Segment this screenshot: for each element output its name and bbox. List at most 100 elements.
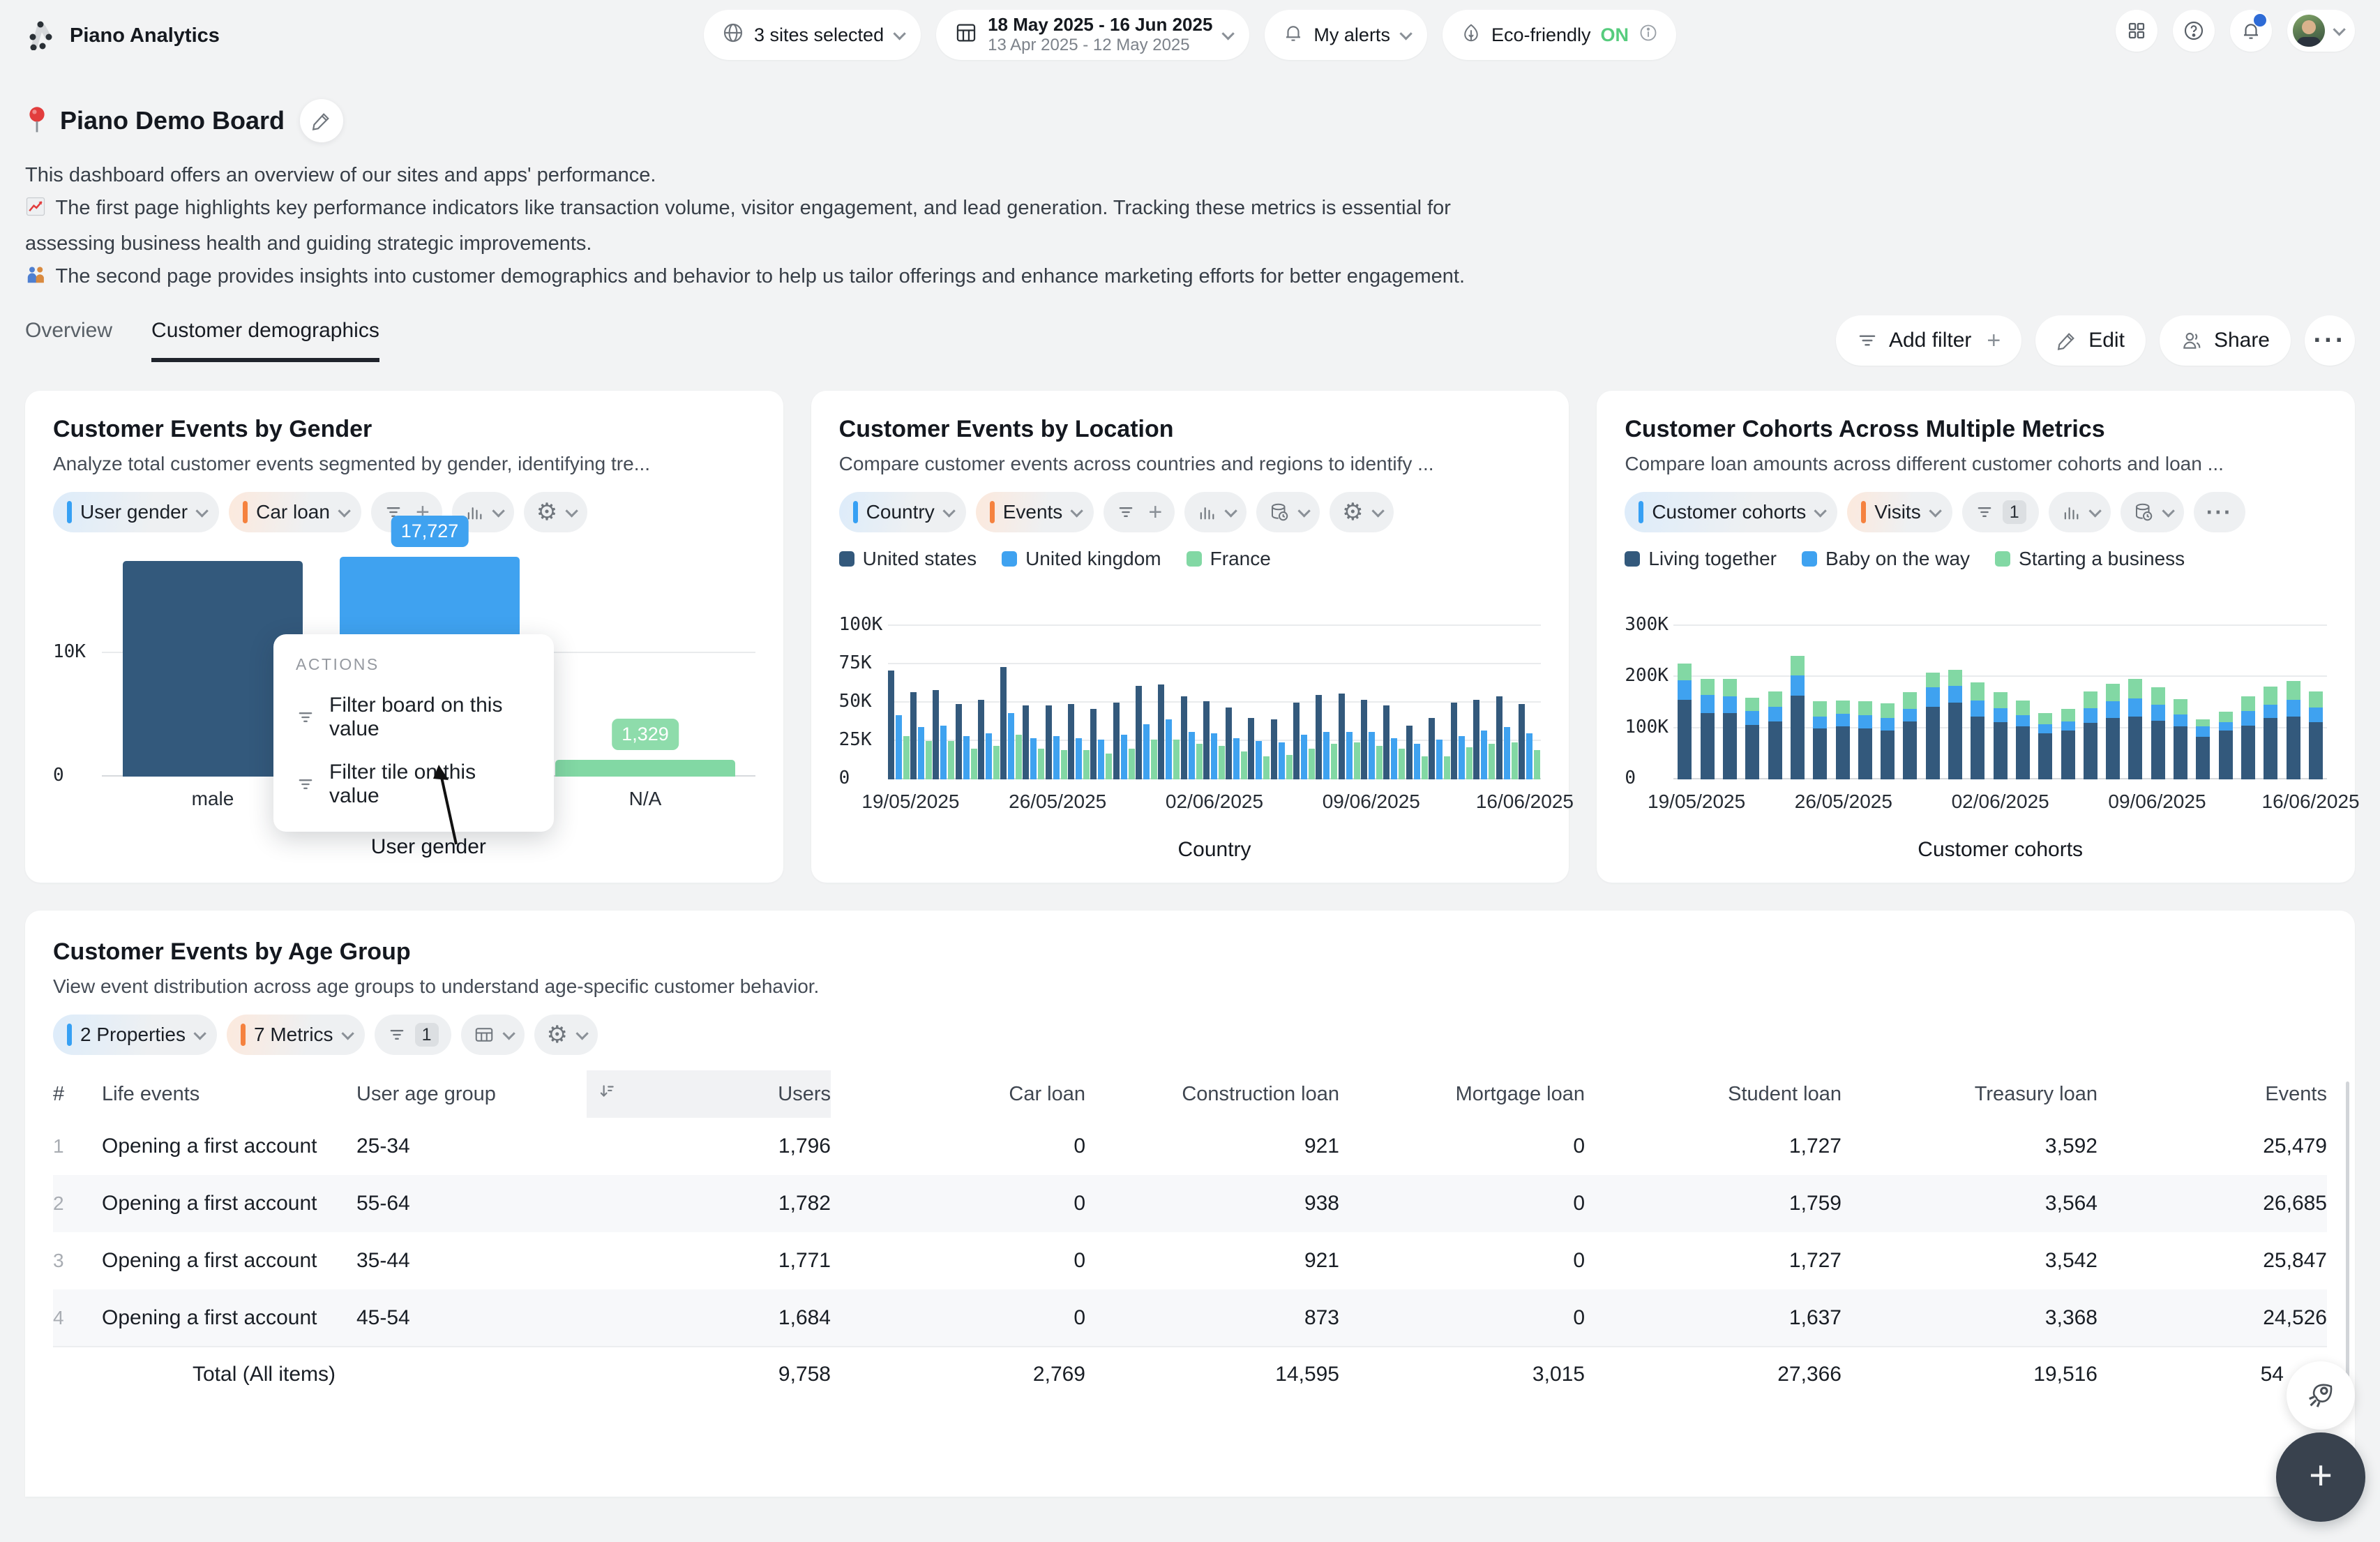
filter-board-menu-item[interactable]: Filter board on this value bbox=[296, 694, 532, 741]
bar-group[interactable] bbox=[1473, 700, 1496, 779]
tab-overview[interactable]: Overview bbox=[25, 319, 112, 362]
location-plot[interactable]: 025K50K75K100K bbox=[888, 584, 1542, 779]
share-button[interactable]: Share bbox=[2160, 315, 2291, 366]
stacked-bar[interactable] bbox=[1858, 701, 1872, 779]
bar-group[interactable] bbox=[1406, 726, 1429, 779]
stacked-bar[interactable] bbox=[1881, 703, 1895, 779]
stacked-bar[interactable] bbox=[1926, 673, 1940, 779]
filter-button[interactable]: 1 bbox=[1962, 492, 2039, 532]
add-tile-button[interactable]: + bbox=[2276, 1432, 2365, 1522]
stacked-bar[interactable] bbox=[1768, 691, 1782, 779]
bar-group[interactable] bbox=[1181, 696, 1203, 779]
info-icon[interactable] bbox=[1639, 23, 1658, 47]
add-filter-button[interactable]: Add filter + bbox=[1836, 315, 2021, 366]
stacked-bar[interactable] bbox=[2151, 687, 2165, 779]
my-alerts-button[interactable]: My alerts bbox=[1265, 10, 1427, 60]
col-life-events[interactable]: Life events bbox=[102, 1070, 356, 1118]
bar-group[interactable] bbox=[1451, 703, 1473, 779]
bar-group[interactable] bbox=[1293, 703, 1316, 779]
stacked-bar[interactable] bbox=[1745, 698, 1759, 779]
stacked-bar[interactable] bbox=[2016, 701, 2030, 779]
metric-pill[interactable]: Events bbox=[976, 492, 1094, 532]
col-construction-loan[interactable]: Construction loan bbox=[1085, 1070, 1339, 1118]
bar-group[interactable] bbox=[1383, 705, 1406, 779]
edit-button[interactable]: Edit bbox=[2035, 315, 2146, 366]
bar-group[interactable] bbox=[910, 692, 933, 779]
property-pill[interactable]: User gender bbox=[53, 492, 219, 532]
table-view-button[interactable] bbox=[461, 1015, 525, 1055]
metrics-pill[interactable]: 7 Metrics bbox=[227, 1015, 365, 1055]
property-pill[interactable]: Country bbox=[839, 492, 966, 532]
stacked-bar[interactable] bbox=[2196, 719, 2210, 779]
cohorts-plot[interactable]: 0100K200K300K bbox=[1673, 584, 2327, 779]
more-actions-button[interactable]: ··· bbox=[2305, 315, 2355, 366]
eco-friendly-toggle[interactable]: Eco-friendly ON bbox=[1443, 10, 1676, 60]
col-events[interactable]: Events bbox=[2097, 1070, 2327, 1118]
bar-group[interactable] bbox=[1429, 718, 1451, 779]
bar-N/A[interactable] bbox=[555, 760, 735, 777]
table-row[interactable]: 1Opening a first account25-341,796092101… bbox=[53, 1118, 2327, 1175]
col-index[interactable]: # bbox=[53, 1070, 102, 1118]
bar-group[interactable] bbox=[1496, 696, 1519, 779]
stacked-bar[interactable] bbox=[1701, 679, 1715, 779]
chart-type-button[interactable] bbox=[2049, 492, 2111, 532]
col-car-loan[interactable]: Car loan bbox=[831, 1070, 1085, 1118]
stacked-bar[interactable] bbox=[2084, 691, 2097, 779]
stacked-bar[interactable] bbox=[2038, 713, 2052, 779]
bar-group[interactable] bbox=[1023, 705, 1045, 779]
apps-grid-button[interactable] bbox=[2116, 10, 2157, 52]
stacked-bar[interactable] bbox=[2309, 691, 2323, 779]
bar-group[interactable] bbox=[1090, 709, 1113, 779]
table-row[interactable]: 2Opening a first account55-641,782093801… bbox=[53, 1175, 2327, 1232]
stacked-bar[interactable] bbox=[1723, 679, 1737, 779]
col-user-age-group[interactable]: User age group bbox=[356, 1070, 587, 1118]
metric-pill[interactable]: Car loan bbox=[229, 492, 361, 532]
chart-type-button[interactable] bbox=[1184, 492, 1247, 532]
metric-pill[interactable]: Visits bbox=[1847, 492, 1952, 532]
stacked-bar[interactable] bbox=[2241, 696, 2255, 779]
bar-group[interactable] bbox=[1000, 667, 1023, 779]
stacked-bar[interactable] bbox=[1903, 692, 1917, 779]
stacked-bar[interactable] bbox=[2106, 684, 2120, 779]
col-mortgage-loan[interactable]: Mortgage loan bbox=[1339, 1070, 1585, 1118]
stacked-bar[interactable] bbox=[2287, 681, 2300, 779]
bar-group[interactable] bbox=[1046, 705, 1068, 779]
stacked-bar[interactable] bbox=[1836, 701, 1850, 779]
bar-group[interactable] bbox=[888, 671, 910, 779]
bar-group[interactable] bbox=[1316, 695, 1338, 779]
settings-button[interactable]: ⚙ bbox=[1330, 492, 1393, 532]
data-source-button[interactable] bbox=[2121, 492, 2184, 532]
bar-group[interactable] bbox=[1519, 704, 1541, 779]
filter-add-button[interactable]: + bbox=[1104, 492, 1175, 532]
more-options-button[interactable]: ··· bbox=[2194, 492, 2245, 532]
bar-group[interactable] bbox=[956, 704, 978, 779]
col-users-sorted[interactable]: Users bbox=[587, 1070, 831, 1118]
bar-group[interactable] bbox=[1271, 719, 1293, 779]
stacked-bar[interactable] bbox=[2061, 709, 2075, 779]
stacked-bar[interactable] bbox=[2219, 712, 2233, 779]
table-row[interactable]: 4Opening a first account45-541,684087301… bbox=[53, 1289, 2327, 1347]
edit-title-button[interactable] bbox=[300, 99, 343, 142]
bar-group[interactable] bbox=[978, 700, 1000, 779]
data-source-button[interactable] bbox=[1256, 492, 1320, 532]
property-pill[interactable]: Customer cohorts bbox=[1625, 492, 1837, 532]
bar-group[interactable] bbox=[1339, 694, 1361, 779]
help-button[interactable] bbox=[2173, 10, 2215, 52]
settings-button[interactable]: ⚙ bbox=[534, 1015, 598, 1055]
properties-pill[interactable]: 2 Properties bbox=[53, 1015, 217, 1055]
stacked-bar[interactable] bbox=[1971, 682, 1984, 779]
bar-group[interactable] bbox=[933, 690, 955, 779]
table-row[interactable]: 3Opening a first account35-441,771092101… bbox=[53, 1232, 2327, 1289]
bar-group[interactable] bbox=[1113, 703, 1136, 779]
stacked-bar[interactable] bbox=[1791, 656, 1805, 779]
bar-group[interactable] bbox=[1158, 684, 1180, 779]
sites-selector[interactable]: 3 sites selected bbox=[704, 10, 921, 60]
quick-launch-button[interactable] bbox=[2287, 1361, 2355, 1430]
bar-group[interactable] bbox=[1068, 704, 1090, 779]
bar-group[interactable] bbox=[1226, 708, 1248, 779]
stacked-bar[interactable] bbox=[1948, 670, 1962, 779]
bar-group[interactable] bbox=[1203, 701, 1226, 779]
col-treasury-loan[interactable]: Treasury loan bbox=[1842, 1070, 2097, 1118]
tab-customer-demographics[interactable]: Customer demographics bbox=[151, 319, 379, 362]
settings-button[interactable]: ⚙ bbox=[524, 492, 587, 532]
